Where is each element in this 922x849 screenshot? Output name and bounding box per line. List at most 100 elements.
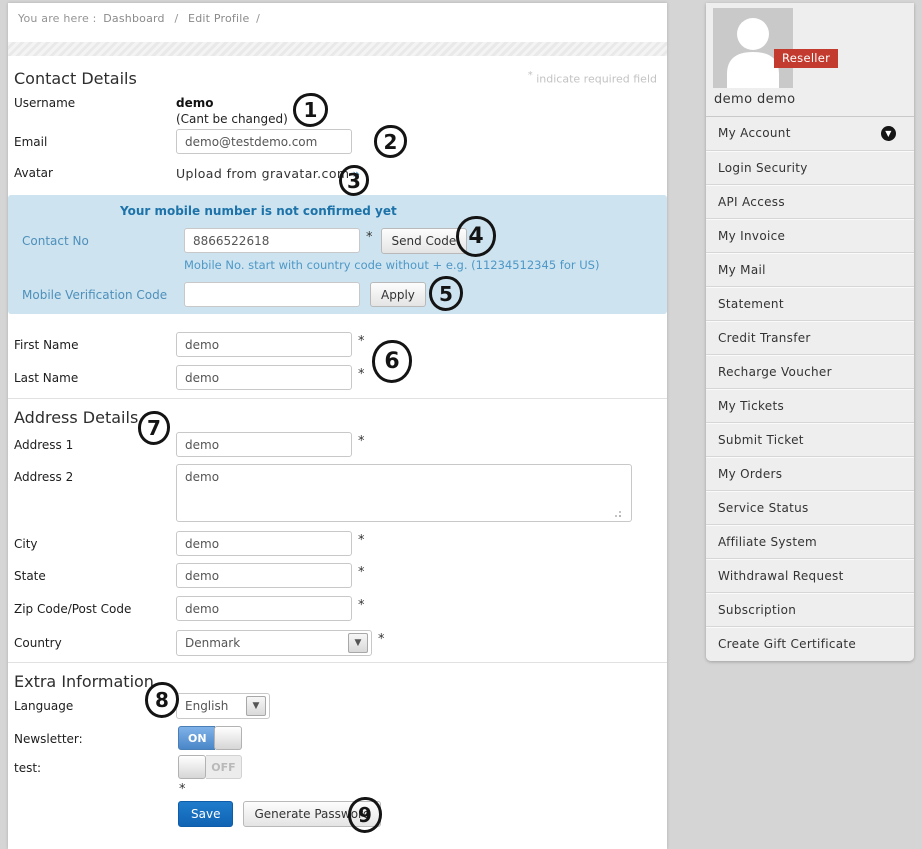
sidebar-item-credit-transfer[interactable]: Credit Transfer — [706, 321, 914, 355]
language-select[interactable]: English ▼ — [176, 693, 270, 719]
sidebar-item-service-status[interactable]: Service Status — [706, 491, 914, 525]
annotation-circle-3: 3 — [339, 165, 369, 196]
annotation-circle-1: 1 — [293, 93, 328, 127]
profile-block: Reseller demo demo — [706, 8, 914, 116]
address1-field[interactable] — [176, 432, 352, 457]
last-name-field[interactable] — [176, 365, 352, 390]
sidebar-item-login-security[interactable]: Login Security — [706, 151, 914, 185]
send-code-button[interactable]: Send Code — [381, 228, 468, 254]
required-field-note: * indicate required field — [528, 69, 657, 86]
section-divider — [8, 662, 667, 663]
sidebar: Reseller demo demo My Account▼ Login Sec… — [706, 3, 914, 661]
username-value: demo — [176, 96, 288, 110]
contact-no-required-mark: * — [366, 230, 373, 245]
sidebar-item-subscription[interactable]: Subscription — [706, 593, 914, 627]
zip-code-field[interactable] — [176, 596, 352, 621]
test-label: test: — [14, 755, 176, 775]
zip-required-mark: * — [358, 598, 365, 613]
verification-code-label: Mobile Verification Code — [22, 282, 184, 302]
address-details-title: Address Details — [14, 408, 138, 427]
breadcrumb-edit-profile-link[interactable]: Edit Profile — [188, 12, 249, 25]
mobile-box-heading: Your mobile number is not confirmed yet — [120, 204, 667, 218]
gravatar-upload-link[interactable]: Upload from gravatar.com» — [176, 166, 361, 181]
breadcrumb: You are here : Dashboard / Edit Profile … — [18, 12, 667, 25]
sidebar-item-submit-ticket[interactable]: Submit Ticket — [706, 423, 914, 457]
first-name-field[interactable] — [176, 332, 352, 357]
newsletter-toggle[interactable]: ON — [178, 726, 242, 750]
sidebar-item-my-account[interactable]: My Account▼ — [706, 117, 914, 151]
test-toggle[interactable]: OFF — [178, 755, 242, 779]
country-label: Country — [14, 630, 176, 650]
sidebar-item-statement[interactable]: Statement — [706, 287, 914, 321]
annotation-circle-8: 8 — [145, 682, 179, 718]
sidebar-item-withdrawal-request[interactable]: Withdrawal Request — [706, 559, 914, 593]
toggle-handle — [214, 726, 242, 750]
sidebar-item-affiliate-system[interactable]: Affiliate System — [706, 525, 914, 559]
annotation-circle-9: 9 — [348, 797, 382, 833]
test-required-mark: * — [179, 782, 667, 797]
breadcrumb-label: You are here : — [18, 12, 97, 25]
username-label: Username — [14, 96, 176, 110]
reseller-badge: Reseller — [774, 49, 838, 68]
contact-no-field[interactable] — [184, 228, 360, 253]
sidebar-item-my-invoice[interactable]: My Invoice — [706, 219, 914, 253]
toggle-handle — [178, 755, 206, 779]
state-required-mark: * — [358, 565, 365, 580]
textarea-resize-grip[interactable] — [612, 508, 621, 517]
state-field[interactable] — [176, 563, 352, 588]
city-label: City — [14, 531, 176, 551]
email-label: Email — [14, 129, 176, 149]
arrow-down-circle-icon: ▼ — [881, 126, 896, 141]
striped-divider-bar — [8, 42, 667, 56]
username-note: (Cant be changed) — [176, 112, 288, 126]
first-name-label: First Name — [14, 332, 176, 352]
chevron-down-icon: ▼ — [348, 633, 368, 653]
mobile-number-hint: Mobile No. start with country code witho… — [184, 258, 667, 272]
mobile-confirmation-box: Your mobile number is not confirmed yet … — [8, 195, 667, 314]
annotation-circle-2: 2 — [374, 125, 407, 158]
annotation-circle-6: 6 — [372, 340, 412, 383]
newsletter-label: Newsletter: — [14, 726, 176, 746]
language-selected-value: English — [185, 699, 228, 713]
city-required-mark: * — [358, 533, 365, 548]
email-field[interactable] — [176, 129, 352, 154]
extra-information-title: Extra Information — [14, 672, 154, 691]
avatar — [713, 8, 793, 88]
state-label: State — [14, 563, 176, 583]
contact-details-title: Contact Details — [14, 69, 137, 88]
annotation-circle-7: 7 — [138, 411, 170, 445]
sidebar-menu: My Account▼ Login Security API Access My… — [706, 116, 914, 661]
section-divider — [8, 398, 667, 399]
breadcrumb-dashboard-link[interactable]: Dashboard — [103, 12, 164, 25]
sidebar-item-my-mail[interactable]: My Mail — [706, 253, 914, 287]
city-field[interactable] — [176, 531, 352, 556]
country-selected-value: Denmark — [185, 636, 240, 650]
breadcrumb-separator: / — [174, 12, 178, 25]
toggle-on-state: ON — [178, 726, 215, 750]
breadcrumb-trailing-separator: / — [256, 12, 260, 25]
sidebar-item-api-access[interactable]: API Access — [706, 185, 914, 219]
contact-no-label: Contact No — [22, 228, 184, 248]
apply-button[interactable]: Apply — [370, 282, 426, 307]
person-silhouette-icon — [713, 8, 793, 88]
sidebar-item-my-orders[interactable]: My Orders — [706, 457, 914, 491]
avatar-label: Avatar — [14, 166, 176, 180]
required-note-star: * — [528, 70, 533, 81]
toggle-off-state: OFF — [206, 755, 242, 779]
verification-code-field[interactable] — [184, 282, 360, 307]
profile-name: demo demo — [714, 92, 795, 107]
sidebar-item-my-tickets[interactable]: My Tickets — [706, 389, 914, 423]
sidebar-item-create-gift-certificate[interactable]: Create Gift Certificate — [706, 627, 914, 661]
annotation-circle-5: 5 — [429, 276, 463, 311]
country-select[interactable]: Denmark ▼ — [176, 630, 372, 656]
last-name-label: Last Name — [14, 365, 176, 385]
address2-field[interactable]: demo — [176, 464, 632, 522]
chevron-down-icon: ▼ — [246, 696, 266, 716]
sidebar-item-recharge-voucher[interactable]: Recharge Voucher — [706, 355, 914, 389]
annotation-circle-4: 4 — [456, 216, 496, 257]
save-button[interactable]: Save — [178, 801, 233, 827]
last-name-required-mark: * — [358, 367, 365, 382]
edit-profile-page: You are here : Dashboard / Edit Profile … — [0, 0, 922, 849]
country-required-mark: * — [378, 632, 385, 647]
first-name-required-mark: * — [358, 334, 365, 349]
